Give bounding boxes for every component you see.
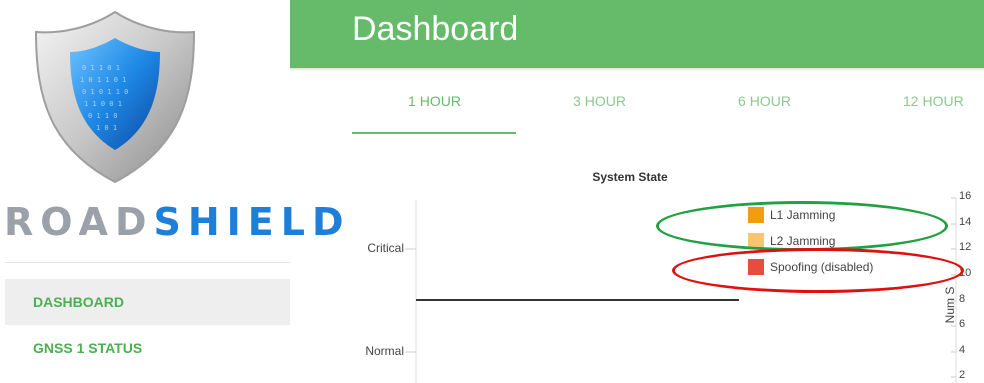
right-tick-12: 12: [959, 241, 972, 253]
right-tick-2: 2: [959, 369, 966, 381]
y-label-normal: Normal: [365, 344, 404, 358]
system-state-chart: [405, 197, 957, 383]
annotation-oval-jamming: [656, 201, 948, 251]
right-tick-8: 8: [959, 293, 966, 305]
y-label-critical: Critical: [367, 241, 404, 255]
right-tick-6: 6: [959, 318, 966, 330]
right-tick-14: 14: [959, 216, 972, 228]
right-axis-label: Num S: [943, 286, 957, 324]
right-tick-4: 4: [959, 344, 966, 356]
right-tick-16: 16: [959, 190, 972, 202]
annotation-oval-spoofing: [672, 248, 964, 293]
